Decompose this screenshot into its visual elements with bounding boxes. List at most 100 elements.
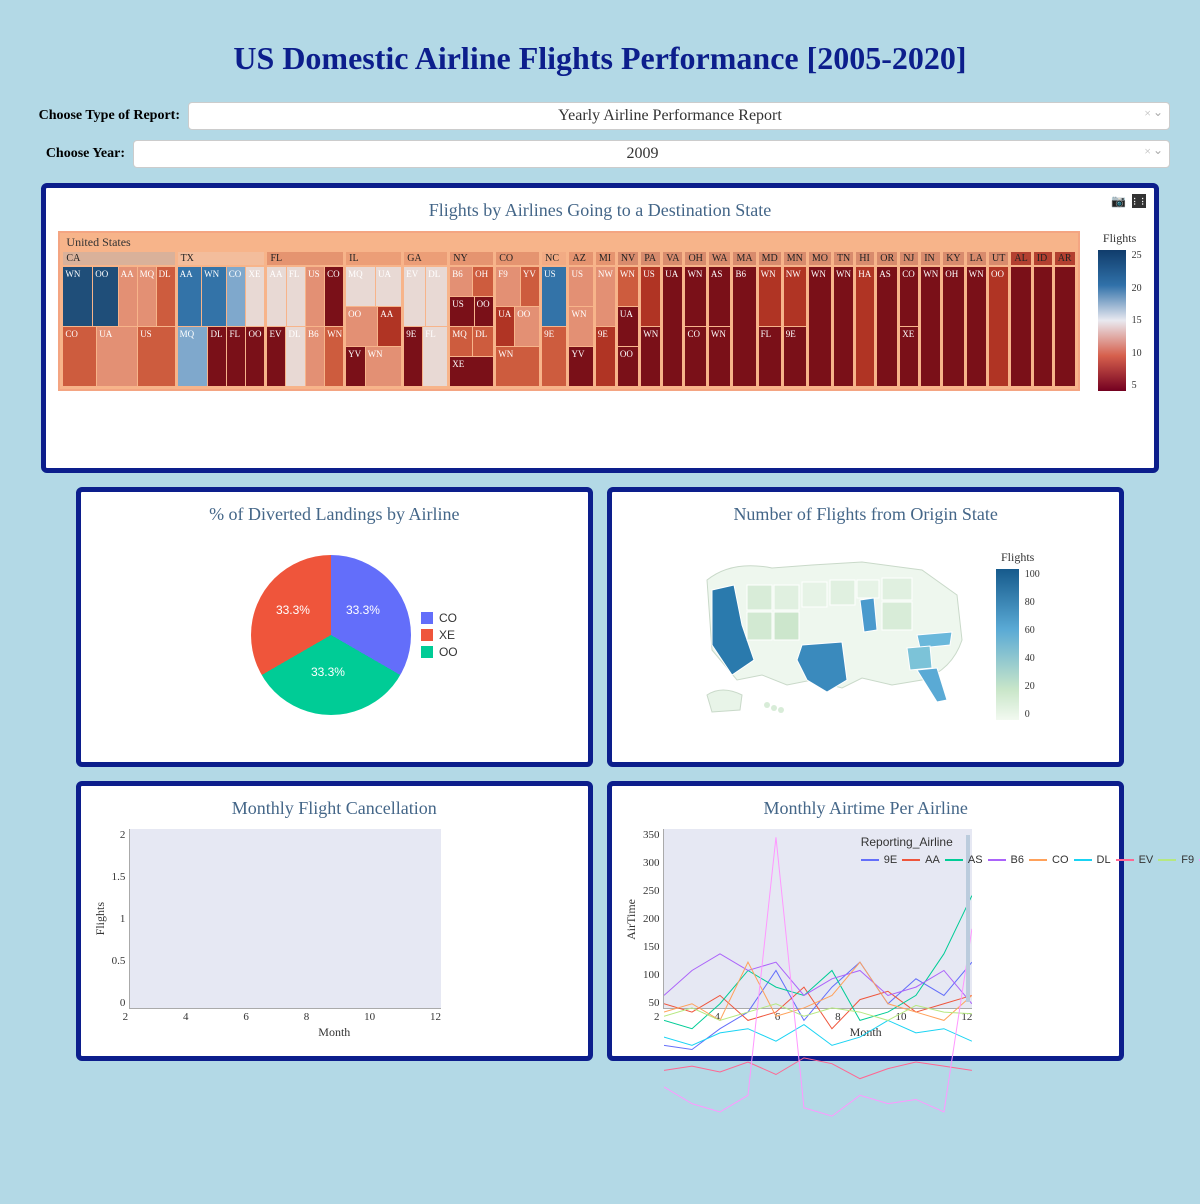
treemap-airline-cell[interactable]: DL	[426, 267, 447, 326]
treemap-airline-cell[interactable]: CO	[325, 267, 343, 326]
treemap-state[interactable]: INWN	[921, 252, 940, 386]
treemap-state[interactable]: GAEVDL9EFL	[404, 252, 447, 386]
treemap-airline-cell[interactable]: OH	[943, 267, 963, 386]
treemap-airline-cell[interactable]: B6	[450, 267, 472, 296]
treemap-airline-cell[interactable]: WN	[834, 267, 853, 386]
treemap-state[interactable]: ORAS	[877, 252, 897, 386]
treemap-state[interactable]: PAUSWN	[641, 252, 660, 386]
treemap-state[interactable]: MOWN	[809, 252, 831, 386]
treemap-airline-cell[interactable]: AA	[267, 267, 285, 326]
treemap-airline-cell[interactable]: AS	[877, 267, 897, 386]
clear-icon[interactable]: ×	[1144, 144, 1151, 159]
treemap-airline-cell[interactable]: OO	[246, 327, 264, 386]
treemap-airline-cell[interactable]: WN	[618, 267, 638, 306]
treemap-airline-cell[interactable]: YV	[521, 267, 539, 306]
legend-item[interactable]: AS	[945, 854, 983, 866]
treemap-state[interactable]: MAB6	[733, 252, 755, 386]
treemap-state[interactable]: LAWN	[967, 252, 986, 386]
treemap-state[interactable]: KYOH	[943, 252, 963, 386]
treemap-state[interactable]: MINW9E	[596, 252, 615, 386]
treemap-airline-cell[interactable]: MQ	[346, 267, 375, 306]
treemap-airline-cell[interactable]: US	[138, 327, 174, 386]
treemap-airline-cell[interactable]: MQ	[138, 267, 156, 326]
treemap-airline-cell[interactable]: CO	[63, 327, 96, 386]
treemap-root[interactable]: United States CAWNOOAAMQDLCOUAUSTXAAWNCO…	[58, 231, 1079, 391]
treemap-state[interactable]: NVWNUAOO	[618, 252, 638, 386]
treemap-state[interactable]: OHWNCO	[685, 252, 705, 386]
treemap-airline-cell[interactable]: 9E	[542, 327, 566, 386]
treemap-airline-cell[interactable]: UA	[376, 267, 401, 306]
treemap-airline-cell[interactable]: CO	[900, 267, 918, 326]
treemap-airline-cell[interactable]: WN	[709, 327, 731, 386]
treemap-airline-cell[interactable]: WN	[569, 307, 592, 346]
treemap-airline-cell[interactable]: WN	[202, 267, 226, 326]
treemap-airline-cell[interactable]: FL	[227, 327, 245, 386]
treemap-state[interactable]: UTOO	[989, 252, 1008, 386]
treemap-airline-cell[interactable]: FL	[759, 327, 781, 386]
clear-icon[interactable]: ×	[1144, 106, 1151, 121]
treemap-airline-cell[interactable]: OO	[515, 307, 539, 346]
treemap-airline-cell[interactable]: XE	[246, 267, 264, 326]
treemap-airline-cell[interactable]: YV	[346, 347, 364, 386]
legend-item[interactable]: OO	[439, 645, 458, 659]
treemap-airline-cell[interactable]: NW	[596, 267, 615, 326]
treemap-state[interactable]: FLAAFLUSCOEVDLB6WN	[267, 252, 343, 386]
legend-item[interactable]: 9E	[861, 854, 897, 866]
treemap-state[interactable]: ILMQUAOOAAYVWN	[346, 252, 401, 386]
treemap-airline-cell[interactable]: WN	[641, 327, 660, 386]
treemap-state[interactable]: AL	[1011, 252, 1030, 386]
treemap-state[interactable]: MDWNFL	[759, 252, 781, 386]
treemap-airline-cell[interactable]: US	[450, 297, 473, 326]
treemap-airline-cell[interactable]: OO	[475, 297, 494, 326]
treemap-airline-cell[interactable]: OH	[473, 267, 493, 296]
treemap-airline-cell[interactable]: YV	[569, 347, 592, 386]
treemap-airline-cell[interactable]: AA	[378, 307, 401, 346]
treemap-state[interactable]: NCUS9E	[542, 252, 566, 386]
treemap-airline-cell[interactable]: WN	[63, 267, 92, 326]
treemap-airline-cell[interactable]: WN	[496, 347, 539, 386]
year-dropdown[interactable]: 2009 ×	[133, 140, 1170, 168]
treemap-airline-cell[interactable]: DL	[473, 327, 493, 356]
legend-item[interactable]: CO	[1029, 854, 1069, 866]
treemap-airline-cell[interactable]: US	[542, 267, 566, 326]
treemap-airline-cell[interactable]: 9E	[784, 327, 806, 386]
plotly-logo-icon[interactable]: ⋮⋮	[1132, 194, 1146, 208]
treemap-airline-cell[interactable]: DL	[208, 327, 226, 386]
treemap-airline-cell[interactable]: US	[569, 267, 592, 306]
treemap-airline-cell[interactable]: AS	[709, 267, 731, 326]
treemap-airline-cell[interactable]: FL	[287, 267, 305, 326]
treemap-airline-cell[interactable]: OO	[346, 307, 377, 346]
camera-icon[interactable]: 📷	[1112, 194, 1126, 208]
treemap-airline-cell[interactable]: UA	[618, 307, 638, 346]
treemap-airline-cell[interactable]: 9E	[404, 327, 422, 386]
treemap-state[interactable]: MNNW9E	[784, 252, 806, 386]
legend-item[interactable]: XE	[439, 628, 455, 642]
treemap-airline-cell[interactable]: WN	[921, 267, 940, 386]
treemap-airline-cell[interactable]: MQ	[178, 327, 208, 386]
treemap-airline-cell[interactable]: OO	[93, 267, 117, 326]
treemap-airline-cell[interactable]: CO	[227, 267, 246, 326]
legend-item[interactable]: B6	[988, 854, 1024, 866]
treemap-airline-cell[interactable]: EV	[404, 267, 425, 326]
treemap-state[interactable]: VAUA	[663, 252, 682, 386]
treemap-airline-cell[interactable]: US	[306, 267, 324, 326]
treemap-state[interactable]: AR	[1055, 252, 1075, 386]
treemap-airline-cell[interactable]: OO	[989, 267, 1008, 386]
treemap-airline-cell[interactable]: WN	[685, 267, 705, 326]
legend-item[interactable]: EV	[1116, 854, 1154, 866]
treemap-airline-cell[interactable]: MQ	[450, 327, 472, 356]
treemap-airline-cell[interactable]: NW	[784, 267, 806, 326]
treemap-airline-cell[interactable]: 9E	[596, 327, 615, 386]
treemap-state[interactable]: NYB6OHUSOOMQDLXE	[450, 252, 493, 386]
treemap-airline-cell[interactable]: WN	[366, 347, 402, 386]
treemap-airline-cell[interactable]: WN	[809, 267, 831, 386]
bar-plot[interactable]	[129, 829, 441, 1009]
treemap-airline-cell[interactable]: DL	[157, 267, 175, 326]
treemap-airline-cell[interactable]: EV	[267, 327, 285, 386]
treemap-state[interactable]: WAASWN	[709, 252, 731, 386]
treemap-state[interactable]: ID	[1034, 252, 1052, 386]
treemap-state[interactable]: NJCOXE	[900, 252, 918, 386]
treemap-airline-cell[interactable]: AA	[119, 267, 137, 326]
legend-item[interactable]: CO	[439, 611, 457, 625]
treemap-airline-cell[interactable]: UA	[496, 307, 514, 346]
